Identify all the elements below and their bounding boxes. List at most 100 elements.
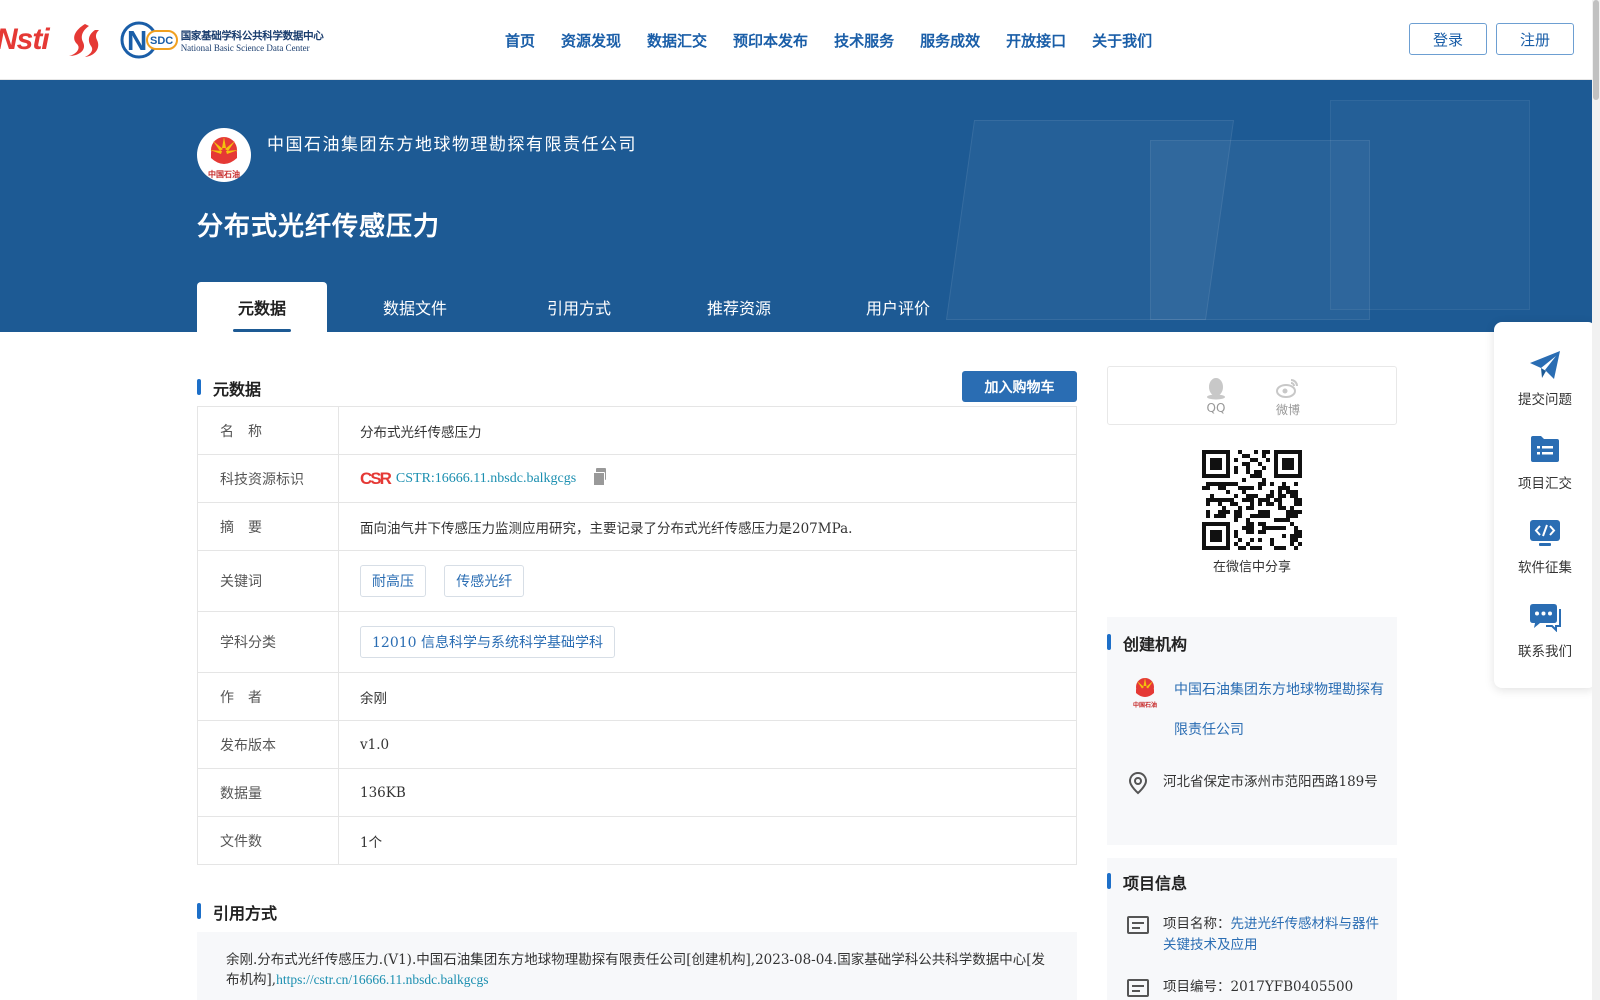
cstr-identifier[interactable]: CSR CSTR:16666.11.nbsdc.balkgcgs: [360, 469, 576, 489]
petrochina-logo-caption: 中国石油: [208, 169, 240, 179]
field-label: 作 者: [197, 672, 339, 721]
field-value-subject: 12010 信息科学与系统科学基础学科: [338, 611, 1077, 673]
nav-open-api[interactable]: 开放接口: [1006, 30, 1066, 51]
organization-name[interactable]: 中国石油集团东方地球物理勘探有限责任公司: [267, 130, 637, 155]
add-to-cart-button[interactable]: 加入购物车: [962, 371, 1077, 402]
nav-preprint[interactable]: 预印本发布: [733, 30, 808, 51]
tab-recommended[interactable]: 推荐资源: [655, 282, 823, 332]
table-row: 学科分类 12010 信息科学与系统科学基础学科: [197, 611, 1077, 673]
qq-label: QQ: [1206, 401, 1226, 415]
nsti-logo[interactable]: Nsti: [0, 23, 50, 57]
red-s-logo[interactable]: [63, 20, 103, 60]
project-submission-button[interactable]: 项目汇交: [1494, 430, 1596, 492]
nsdc-logo[interactable]: N SDC 国家基础学科公共科学数据中心 National Basic Scie…: [119, 20, 324, 60]
scrollbar-thumb[interactable]: [1593, 0, 1599, 100]
software-collection-button[interactable]: 软件征集: [1494, 514, 1596, 576]
dataset-tabs: 元数据 数据文件 引用方式 推荐资源 用户评价: [197, 282, 973, 332]
field-label: 文件数: [197, 816, 339, 865]
tab-user-reviews[interactable]: 用户评价: [823, 282, 973, 332]
field-label: 学科分类: [197, 611, 339, 673]
field-value-size: 136KB: [338, 768, 1077, 817]
nav-data-submission[interactable]: 数据汇交: [647, 30, 707, 51]
nsdc-logo-text: 国家基础学科公共科学数据中心 National Basic Science Da…: [181, 28, 324, 53]
project-code-value: 2017YFB0405500: [1230, 979, 1354, 995]
project-name-row: 项目名称：先进光纤传感材料与器件关键技术及应用: [1163, 914, 1388, 956]
share-box: QQ 微博: [1107, 366, 1397, 425]
metadata-section-title: 元数据: [197, 376, 261, 400]
project-name-label: 项目名称：: [1163, 916, 1231, 932]
weibo-icon: [1276, 379, 1298, 398]
wechat-share-label: 在微信中分享: [1212, 560, 1291, 575]
tab-data-files[interactable]: 数据文件: [327, 282, 503, 332]
field-value-cstr: CSR CSTR:16666.11.nbsdc.balkgcgs: [338, 454, 1077, 503]
field-value-version: v1.0: [338, 720, 1077, 769]
table-row: 名 称 分布式光纤传感压力: [197, 406, 1077, 455]
project-section-title: 项目信息: [1107, 870, 1187, 894]
citation-box: 余刚.分布式光纤传感压力.(V1).中国石油集团东方地球物理勘探有限责任公司[创…: [197, 932, 1077, 1000]
nsdc-mark-text: SDC: [150, 35, 173, 47]
metadata-table: 名 称 分布式光纤传感压力 科技资源标识 CSR CSTR:16666.11.n…: [197, 406, 1077, 865]
organization-logo: 中国石油: [197, 128, 251, 182]
table-row: 文件数 1个: [197, 816, 1077, 865]
cstr-link[interactable]: CSTR:16666.11.nbsdc.balkgcgs: [396, 471, 576, 487]
weibo-label: 微博: [1275, 403, 1300, 417]
copy-icon[interactable]: [592, 468, 607, 486]
top-navigation-bar: Nsti N SDC 国家基础学科公共科学数据中心 National Basic…: [0, 0, 1600, 80]
submit-question-button[interactable]: 提交问题: [1494, 346, 1596, 408]
creator-address: 河北省保定市涿州市范阳西路189号: [1163, 774, 1378, 790]
table-row: 摘 要 面向油气井下传感压力监测应用研究，主要记录了分布式光纤传感压力是207M…: [197, 502, 1077, 551]
nav-service-results[interactable]: 服务成效: [920, 30, 980, 51]
nsdc-name-cn: 国家基础学科公共科学数据中心: [180, 29, 324, 42]
share-qq-button[interactable]: QQ: [1196, 375, 1236, 415]
field-label: 数据量: [197, 768, 339, 817]
nsti-logo-text: Nsti: [0, 23, 50, 56]
page-scrollbar[interactable]: [1592, 0, 1600, 1000]
project-card-icon: [1127, 916, 1149, 934]
nav-resource-discovery[interactable]: 资源发现: [561, 30, 621, 51]
table-row: 关键词 耐高压 传感光纤: [197, 550, 1077, 612]
creator-section-title: 创建机构: [1107, 631, 1187, 655]
nav-home[interactable]: 首页: [505, 30, 535, 51]
contact-us-label: 联系我们: [1518, 644, 1572, 660]
paper-plane-icon: [1530, 351, 1560, 379]
contact-us-button[interactable]: 联系我们: [1494, 598, 1596, 660]
nav-tech-service[interactable]: 技术服务: [834, 30, 894, 51]
register-button[interactable]: 注册: [1496, 23, 1574, 55]
folder-list-icon: [1531, 436, 1559, 462]
keyword-tag[interactable]: 耐高压: [360, 565, 426, 597]
location-pin-icon: [1128, 771, 1148, 795]
creator-panel: 创建机构 中国石油 中国石油集团东方地球物理勘探有限责任公司 河北省保定市涿州市…: [1107, 617, 1397, 845]
nsdc-logo-mark: N SDC: [120, 21, 178, 59]
field-value-files: 1个: [338, 816, 1077, 865]
cstr-badge-icon: CSR: [360, 469, 392, 488]
table-row: 数据量 136KB: [197, 768, 1077, 817]
share-weibo-button[interactable]: 微博: [1268, 375, 1308, 418]
subject-tag[interactable]: 12010 信息科学与系统科学基础学科: [360, 626, 615, 658]
tab-metadata[interactable]: 元数据: [197, 282, 327, 332]
floating-toolbar: 提交问题 项目汇交 软件征集 联系我们: [1494, 322, 1596, 688]
dataset-hero-banner: 中国石油 中国石油集团东方地球物理勘探有限责任公司 分布式光纤传感压力 元数据 …: [0, 80, 1600, 332]
field-value-abstract: 面向油气井下传感压力监测应用研究，主要记录了分布式光纤传感压力是207MPa.: [338, 502, 1077, 551]
logo-group: Nsti N SDC 国家基础学科公共科学数据中心 National Basic…: [0, 18, 324, 62]
chat-bubble-icon: [1530, 604, 1561, 632]
svg-text:N: N: [127, 25, 147, 56]
petrochina-small-logo-icon: 中国石油: [1133, 678, 1157, 709]
citation-link[interactable]: https://cstr.cn/16666.11.nbsdc.balkgcgs: [276, 972, 488, 987]
creator-org-link[interactable]: 中国石油集团东方地球物理勘探有限责任公司: [1174, 670, 1384, 750]
citation-section-title: 引用方式: [197, 900, 277, 924]
field-label: 关键词: [197, 550, 339, 612]
main-nav: 首页 资源发现 数据汇交 预印本发布 技术服务 服务成效 开放接口 关于我们: [505, 0, 1178, 80]
field-label: 发布版本: [197, 720, 339, 769]
software-collection-label: 软件征集: [1518, 560, 1572, 576]
tab-citation[interactable]: 引用方式: [503, 282, 655, 332]
qq-icon: [1207, 378, 1225, 400]
project-code-icon: [1127, 979, 1149, 997]
field-label: 名 称: [197, 406, 339, 455]
keyword-tag[interactable]: 传感光纤: [444, 565, 525, 597]
nav-about[interactable]: 关于我们: [1092, 30, 1152, 51]
field-value-name: 分布式光纤传感压力: [338, 406, 1077, 455]
project-panel: 项目信息 项目名称：先进光纤传感材料与器件关键技术及应用 项目编号：2017YF…: [1107, 858, 1397, 1000]
hero-decoration: [1330, 100, 1530, 310]
table-row: 发布版本 v1.0: [197, 720, 1077, 769]
login-button[interactable]: 登录: [1409, 23, 1487, 55]
